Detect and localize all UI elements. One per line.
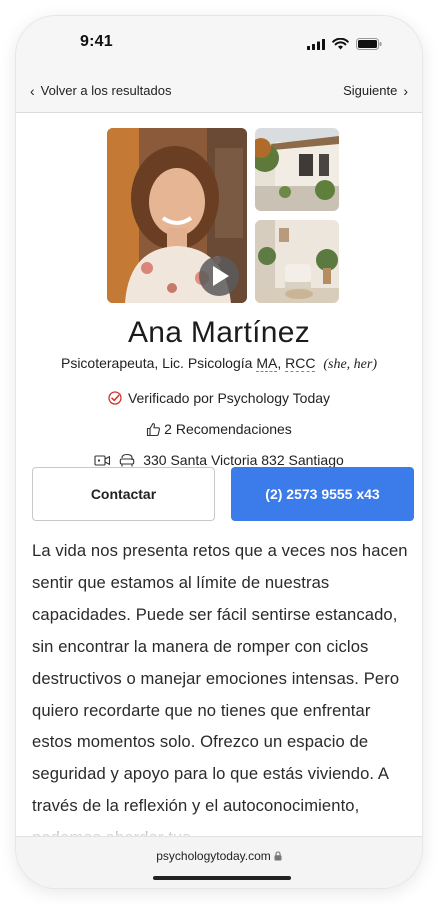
credential-ma[interactable]: MA [256,355,278,372]
credential-rcc[interactable]: RCC [285,355,316,372]
status-time: 9:41 [80,33,113,50]
profile-video-thumbnail[interactable] [107,128,247,303]
back-to-results-link[interactable]: ‹ Volver a los resultados [30,83,171,98]
in-person-icon [119,453,135,466]
recommendations[interactable]: 2 Recomendaciones [16,421,422,437]
phone-call-button[interactable]: (2) 2573 9555 x43 [231,467,414,521]
content-fade [16,812,422,836]
pronouns: (she, her) [323,357,377,372]
signal-icon [307,38,325,50]
phone-frame: 9:41 ‹ Volver a los resultados Siguiente… [16,16,422,888]
status-icons [307,38,382,50]
office-interior-photo[interactable] [255,220,339,303]
bio-text: La vida nos presenta retos que a veces n… [32,541,408,836]
profile-content: Ana Martínez Psicoterapeuta, Lic. Psicol… [16,112,422,836]
home-indicator[interactable] [153,876,291,880]
provider-name: Ana Martínez [127,316,311,349]
next-label: Siguiente [343,83,398,98]
office-exterior-photo[interactable] [255,128,339,211]
photo-gallery [107,128,339,303]
credential-separator: , [277,355,282,371]
next-link[interactable]: Siguiente › [343,83,408,98]
profile-photo [107,128,247,303]
chevron-right-icon: › [403,82,408,99]
url-display[interactable]: psychologytoday.com [16,849,422,863]
wifi-icon [332,38,349,50]
nav-bar: ‹ Volver a los resultados Siguiente › [16,68,422,113]
url-text: psychologytoday.com [156,849,271,863]
video-icon [94,454,111,466]
verified-check-icon [108,391,122,405]
chevron-left-icon: ‹ [30,82,35,99]
status-bar: 9:41 [16,16,422,68]
recommendations-label: 2 Recomendaciones [164,421,292,437]
battery-icon [356,38,382,50]
back-label: Volver a los resultados [40,83,172,98]
lock-icon [274,851,282,861]
contact-button[interactable]: Contactar [32,467,215,521]
office-address[interactable]: 330 Santa Victoria 832 Santiago [143,452,344,468]
verified-badge[interactable]: Verificado por Psychology Today [16,390,422,406]
thumbs-up-icon [147,422,161,436]
verified-label: Verificado por Psychology Today [127,390,331,406]
browser-url-bar[interactable]: psychologytoday.com [16,836,422,888]
provider-credentials: Psicoterapeuta, Lic. Psicología MA, RCC … [16,355,422,373]
session-types-address: 330 Santa Victoria 832 Santiago [16,452,422,468]
provider-title: Psicoterapeuta, Lic. Psicología [60,355,253,371]
